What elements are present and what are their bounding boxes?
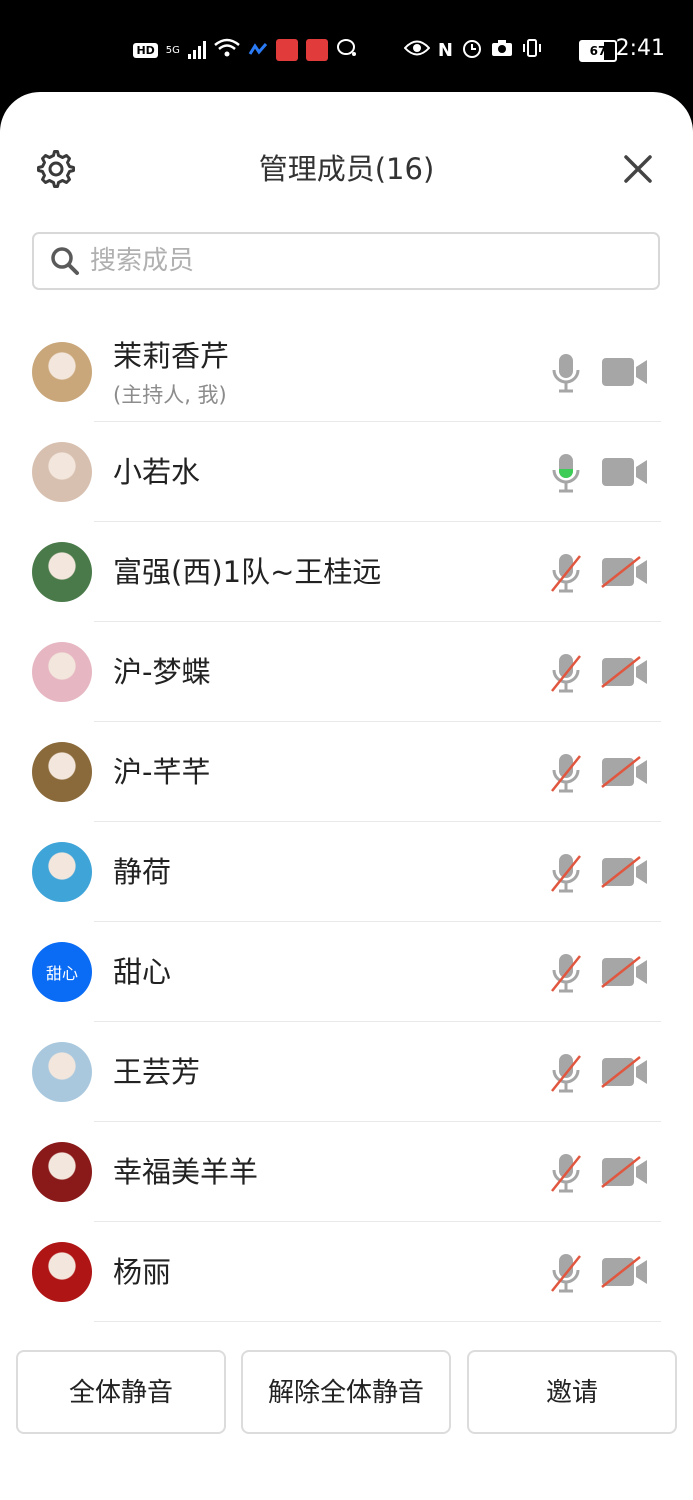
camera-off-icon[interactable]	[600, 1155, 650, 1189]
avatar[interactable]	[32, 1242, 92, 1302]
member-name: 幸福美羊羊	[113, 1155, 259, 1189]
member-row[interactable]: 沪-梦蝶	[0, 622, 693, 722]
status-icons: HD 5G N	[133, 36, 543, 64]
search-box[interactable]	[32, 232, 660, 290]
microphone-icon[interactable]	[549, 452, 583, 494]
avatar[interactable]	[32, 342, 92, 402]
manage-members-sheet: 管理成员(16) 茉莉香芹 (主持人, 我) 小若水富强(西)1队~王桂远沪-梦蝶沪…	[0, 92, 693, 1500]
hd-badge: HD	[133, 42, 158, 58]
member-row[interactable]: 杨丽	[0, 1222, 693, 1322]
mic-muted-icon[interactable]	[549, 952, 583, 994]
invite-button[interactable]: 邀请	[467, 1350, 677, 1434]
member-row[interactable]: 甜心 甜心	[0, 922, 693, 1022]
member-name: 杨丽	[113, 1255, 172, 1289]
sheet-header: 管理成员(16)	[0, 92, 693, 242]
footer-actions: 全体静音 解除全体静音 邀请	[0, 1350, 693, 1434]
avatar[interactable]	[32, 742, 92, 802]
camera-off-icon[interactable]	[600, 655, 650, 689]
member-row[interactable]: 静荷	[0, 822, 693, 922]
unmute-all-button[interactable]: 解除全体静音	[241, 1350, 451, 1434]
search-input[interactable]	[88, 245, 612, 277]
chat-icon	[336, 38, 358, 62]
member-row[interactable]: 富强(西)1队~王桂远	[0, 522, 693, 622]
member-row[interactable]: 茉莉香芹 (主持人, 我)	[0, 322, 693, 422]
camera-off-icon[interactable]	[600, 555, 650, 589]
microphone-icon[interactable]	[549, 352, 583, 394]
avatar[interactable]	[32, 442, 92, 502]
signal-icon	[187, 41, 206, 59]
page-title: 管理成员(16)	[258, 152, 435, 186]
member-name: 沪-梦蝶	[113, 655, 211, 689]
avatar[interactable]	[32, 1042, 92, 1102]
camera-off-icon[interactable]	[600, 955, 650, 989]
eye-icon	[403, 39, 431, 61]
camera-off-icon[interactable]	[600, 1055, 650, 1089]
vibrate-icon	[521, 37, 543, 63]
status-bar: HD 5G N 67 2:41	[0, 0, 693, 95]
camera-off-icon[interactable]	[600, 1255, 650, 1289]
camera-icon[interactable]	[600, 455, 650, 489]
avatar[interactable]	[32, 1142, 92, 1202]
battery-level: 67	[589, 44, 607, 58]
member-name: 甜心	[113, 955, 172, 989]
mic-muted-icon[interactable]	[549, 1152, 583, 1194]
close-icon[interactable]	[616, 147, 660, 191]
member-name: 茉莉香芹	[113, 339, 230, 373]
network-type: 5G	[165, 44, 180, 56]
mic-muted-icon[interactable]	[549, 552, 583, 594]
mic-muted-icon[interactable]	[549, 1252, 583, 1294]
member-row[interactable]: 沪-芊芊	[0, 722, 693, 822]
avatar[interactable]	[32, 642, 92, 702]
member-role: (主持人, 我)	[113, 383, 227, 407]
camera-icon[interactable]	[600, 355, 650, 389]
member-row[interactable]: 幸福美羊羊	[0, 1122, 693, 1222]
avatar[interactable]	[32, 542, 92, 602]
member-name: 静荷	[113, 855, 172, 889]
row-divider	[94, 1321, 661, 1322]
member-name: 沪-芊芊	[113, 755, 211, 789]
member-row[interactable]: 小若水	[0, 422, 693, 522]
member-name: 小若水	[113, 455, 201, 489]
heart-app-icon	[275, 39, 298, 61]
member-row[interactable]: 王芸芳	[0, 1022, 693, 1122]
member-list: 茉莉香芹 (主持人, 我) 小若水 富强(西)1队~王桂远 沪-梦蝶 沪-芊芊 静荷 甜心 甜心…	[0, 322, 693, 1322]
camera-off-icon[interactable]	[600, 755, 650, 789]
avatar[interactable]: 甜心	[32, 942, 92, 1002]
mic-muted-icon[interactable]	[549, 652, 583, 694]
avatar[interactable]	[32, 842, 92, 902]
camera-status-icon	[491, 39, 513, 61]
mute-all-button[interactable]: 全体静音	[16, 1350, 226, 1434]
battery-indicator: 67	[579, 40, 617, 62]
alarm-icon	[461, 37, 483, 63]
app-notification-icon	[248, 41, 268, 60]
search-icon	[51, 247, 79, 275]
mic-muted-icon[interactable]	[549, 752, 583, 794]
mic-muted-icon[interactable]	[549, 1052, 583, 1094]
avatar-text: 甜心	[45, 964, 78, 983]
clock: 2:41	[615, 36, 665, 61]
mic-muted-icon[interactable]	[549, 852, 583, 894]
member-name: 富强(西)1队~王桂远	[113, 555, 382, 589]
heart-app-icon-2	[305, 39, 328, 61]
wifi-icon	[214, 38, 240, 62]
member-name: 王芸芳	[113, 1055, 201, 1089]
camera-off-icon[interactable]	[600, 855, 650, 889]
nfc-icon: N	[437, 39, 453, 61]
